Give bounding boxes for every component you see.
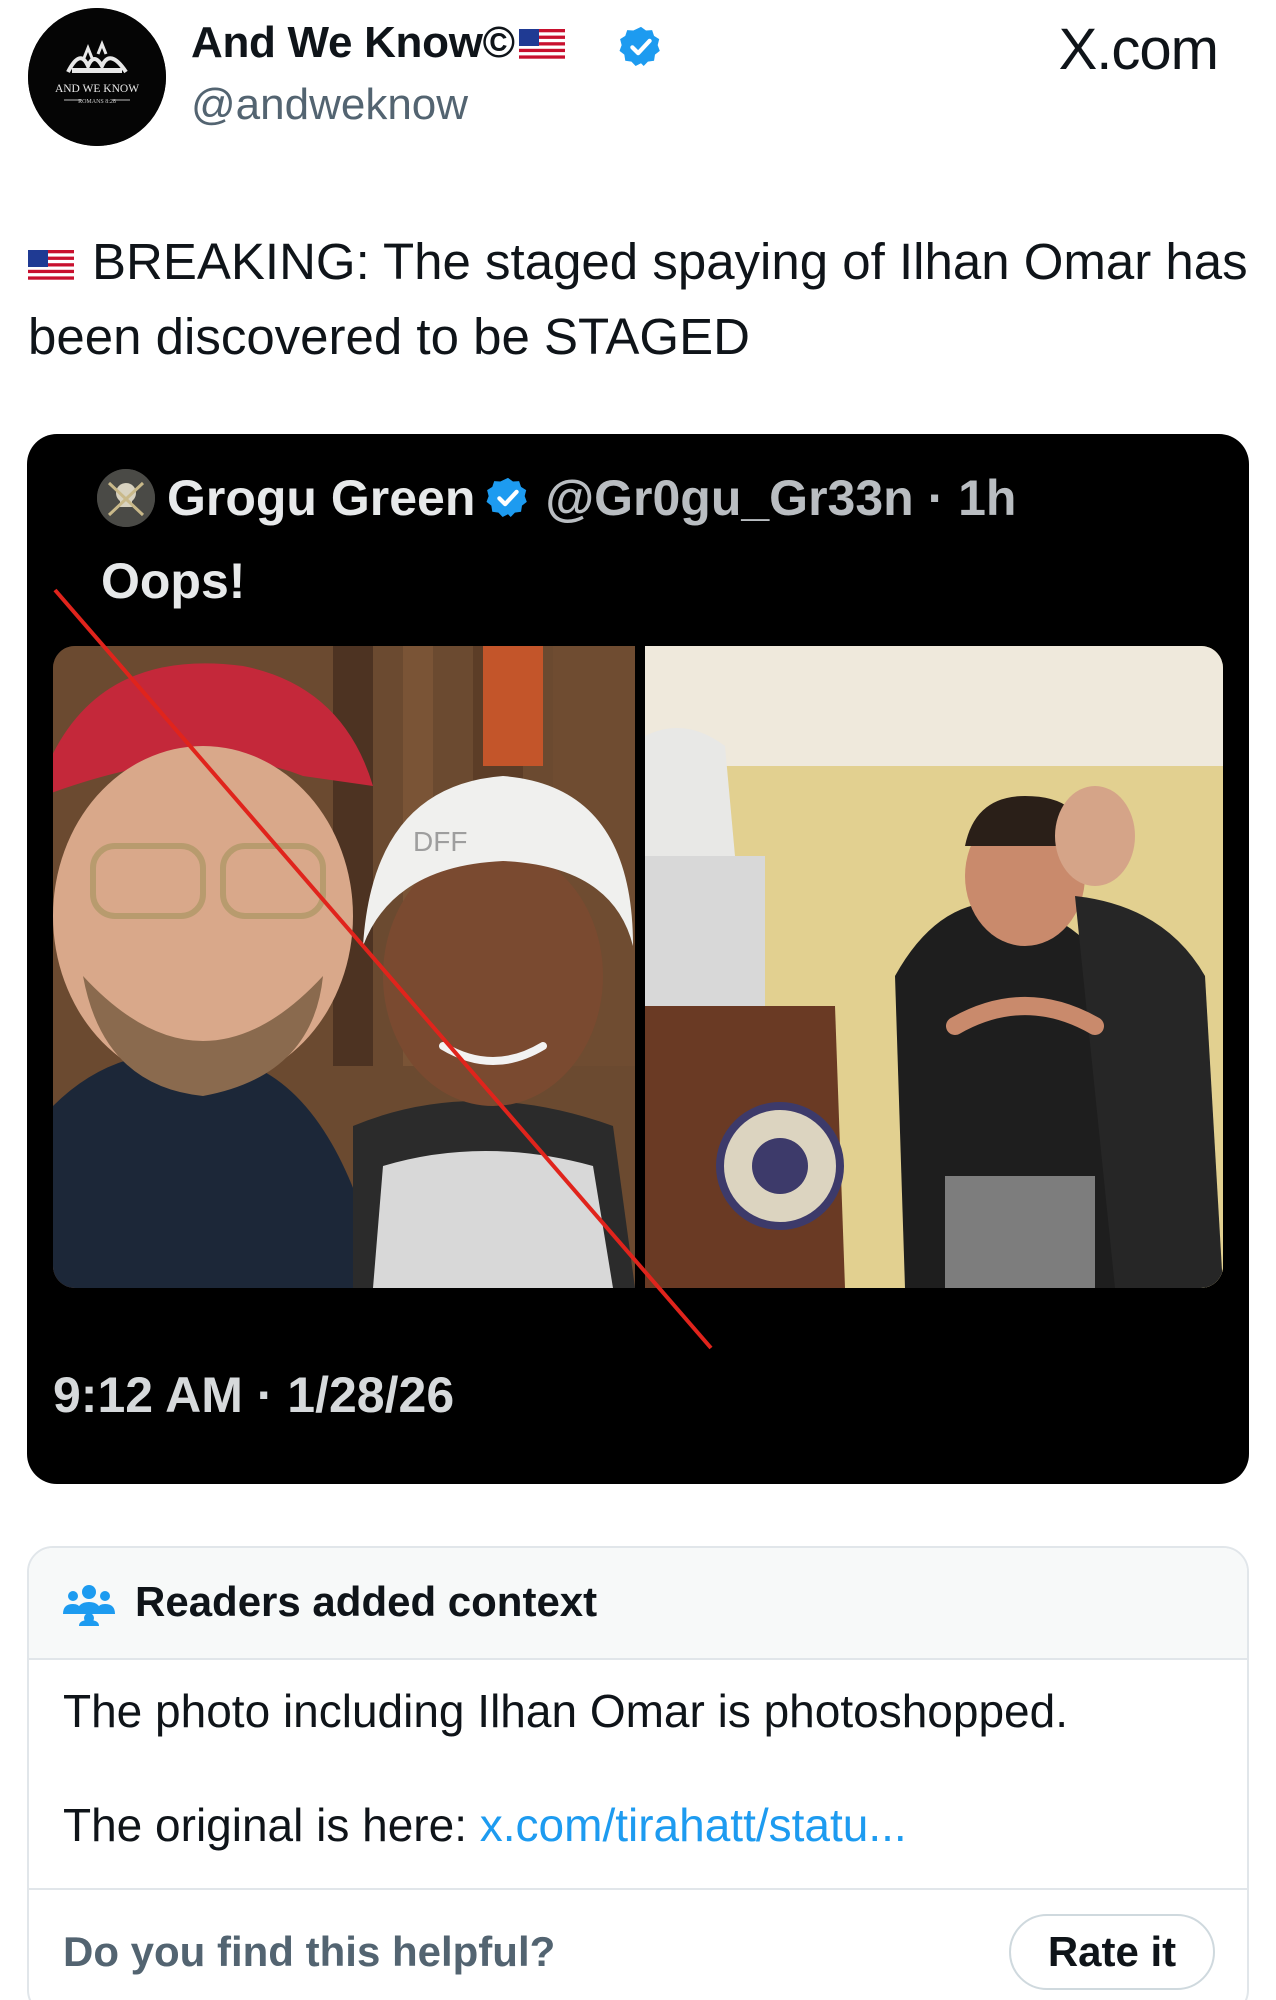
embedded-post-text: Oops! [101,553,246,609]
community-note-source: The original is here: x.com/tirahatt/sta… [63,1798,907,1852]
divider [29,1888,1247,1890]
embedded-post-image[interactable]: Grogu Green @Gr0gu_Gr33n · 1h Oops! DFF … [27,434,1249,1484]
community-note-title: Readers added context [135,1578,598,1625]
embedded-avatar [97,469,155,527]
verified-badge-icon [486,477,528,517]
display-name[interactable]: And We Know© [191,18,565,72]
selfie-photo: DFF [53,646,635,1288]
embedded-handle-time: @Gr0gu_Gr33n · 1h [545,470,1017,526]
user-handle[interactable]: @andweknow [191,80,468,130]
verified-badge-icon [619,26,660,66]
event-photo [645,646,1223,1288]
us-flag-icon [518,22,565,72]
svg-text:AND WE KNOW: AND WE KNOW [55,83,139,95]
embedded-display-name: Grogu Green [167,470,476,526]
community-note-source-link[interactable]: x.com/tirahatt/statu... [480,1799,907,1851]
embedded-post-header: Grogu Green @Gr0gu_Gr33n · 1h [97,468,1016,528]
svg-text:ROMANS 8:28: ROMANS 8:28 [78,99,116,105]
post-text: BREAKING: The staged spaying of Ilhan Om… [28,226,1248,373]
site-label: X.com [1058,17,1219,82]
embedded-timestamp: 9:12 AM · 1/28/26 [53,1367,455,1423]
helpful-question: Do you find this helpful? [63,1928,556,1975]
community-note: Readers added context The photo includin… [27,1546,1249,2000]
post-text-content: BREAKING: The staged spaying of Ilhan Om… [28,233,1248,365]
display-name-text: And We Know© [191,18,515,67]
and-we-know-logo: AND WE KNOW ROMANS 8:28 [28,8,166,146]
community-note-source-prefix: The original is here: [63,1799,480,1851]
post-header: AND WE KNOW ROMANS 8:28 And We Know© @an… [0,0,1276,160]
community-note-header: Readers added context [29,1548,1247,1660]
rate-it-button[interactable]: Rate it [1009,1914,1215,1990]
us-flag-icon [28,229,74,301]
people-icon [63,1585,115,1626]
community-note-body: The photo including Ilhan Omar is photos… [63,1685,1068,1737]
avatar[interactable]: AND WE KNOW ROMANS 8:28 [28,8,166,146]
photo-watermark: DFF [413,826,467,857]
